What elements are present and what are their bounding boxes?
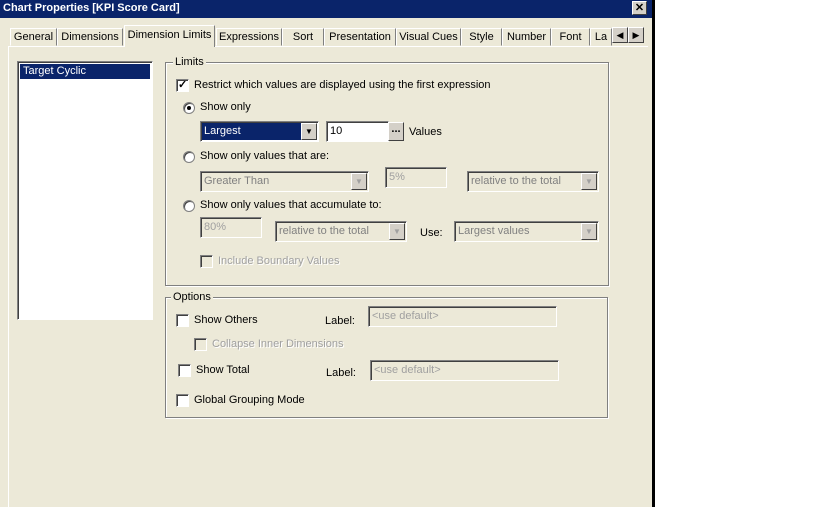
input-value: 5%: [389, 171, 405, 183]
dropdown-value: relative to the total: [279, 225, 369, 237]
accumulate-radio[interactable]: [183, 200, 195, 212]
total-label-input[interactable]: <use default>: [370, 360, 559, 381]
accumulate-percent-input[interactable]: 80%: [200, 217, 262, 238]
list-item[interactable]: Target Cyclic: [20, 64, 150, 79]
chevron-down-icon[interactable]: ▼: [301, 123, 317, 140]
total-label-label: Label:: [326, 367, 356, 379]
show-only-values-label: Show only values that are:: [200, 150, 330, 162]
tab-scroll-right-button[interactable]: ▶: [628, 27, 644, 43]
tab-label: La: [594, 31, 608, 43]
values-percent-input[interactable]: 5%: [385, 167, 447, 188]
tab-label: Dimension Limits: [127, 29, 212, 41]
restrict-label: Restrict which values are displayed usin…: [194, 79, 491, 91]
tab-label: Style: [469, 31, 494, 43]
radio-dot: [187, 106, 191, 110]
tab-presentation[interactable]: Presentation: [324, 28, 396, 46]
title-bar[interactable]: Chart Properties [KPI Score Card] ✕: [0, 0, 652, 18]
options-group-title: Options: [171, 291, 213, 303]
show-total-label: Show Total: [196, 364, 250, 376]
input-value: 10: [330, 125, 343, 137]
input-placeholder: <use default>: [372, 310, 439, 322]
restrict-checkbox[interactable]: ✓: [176, 79, 189, 92]
collapse-inner-checkbox[interactable]: [194, 338, 207, 351]
input-placeholder: <use default>: [374, 364, 441, 376]
dropdown-value: Largest values: [458, 225, 530, 237]
accumulate-label: Show only values that accumulate to:: [200, 199, 382, 211]
tab-label: Number: [506, 31, 547, 43]
show-total-checkbox[interactable]: [178, 364, 191, 377]
close-button[interactable]: ✕: [632, 1, 647, 15]
tab-scroll-left-button[interactable]: ◀: [612, 27, 628, 43]
tab-label: Expressions: [219, 31, 279, 43]
dropdown-value: Largest: [202, 123, 302, 140]
dropdown-value: relative to the total: [471, 175, 561, 187]
tab-label: Dimensions: [61, 31, 119, 43]
others-label-input[interactable]: <use default>: [368, 306, 557, 327]
tab-expressions[interactable]: Expressions: [216, 28, 282, 46]
show-only-mode-dropdown[interactable]: Largest ▼: [200, 121, 319, 142]
use-label: Use:: [420, 227, 443, 239]
close-icon: ✕: [634, 2, 645, 14]
window-border: [652, 0, 655, 507]
show-only-count-input[interactable]: 10: [326, 121, 389, 142]
show-others-label: Show Others: [194, 314, 258, 326]
show-only-label: Show only: [200, 101, 251, 113]
tab-label: General: [13, 31, 54, 43]
others-label-label: Label:: [325, 315, 355, 327]
values-label: Values: [409, 126, 442, 138]
dialog-title: Chart Properties [KPI Score Card]: [3, 2, 180, 14]
tab-dimension-limits[interactable]: Dimension Limits: [124, 25, 215, 47]
input-value: 80%: [204, 221, 227, 233]
tab-number[interactable]: Number: [502, 28, 551, 46]
use-dropdown[interactable]: Largest values ▼: [454, 221, 599, 242]
collapse-inner-label: Collapse Inner Dimensions: [212, 338, 344, 350]
tab-label: Font: [559, 31, 582, 43]
chevron-down-icon[interactable]: ▼: [389, 223, 405, 240]
chevron-down-icon[interactable]: ▼: [581, 223, 597, 240]
include-boundary-label: Include Boundary Values: [218, 255, 340, 267]
tab-font[interactable]: Font: [551, 28, 590, 46]
tab-label: Visual Cues: [399, 31, 458, 43]
limits-group-title: Limits: [173, 56, 206, 68]
tab-label: Presentation: [329, 31, 391, 43]
chevron-down-icon[interactable]: ▼: [581, 173, 597, 190]
ellipsis-button[interactable]: ...: [388, 122, 404, 141]
tab-general[interactable]: General: [10, 28, 57, 46]
show-others-checkbox[interactable]: [176, 314, 189, 327]
tab-layout[interactable]: La: [590, 28, 612, 46]
tab-dimensions[interactable]: Dimensions: [57, 28, 123, 46]
triangle-left-icon: ◀: [616, 30, 624, 40]
tab-visual-cues[interactable]: Visual Cues: [396, 28, 461, 46]
tab-sort[interactable]: Sort: [282, 28, 324, 46]
triangle-right-icon: ▶: [632, 30, 640, 40]
dimension-listbox[interactable]: Target Cyclic: [17, 61, 153, 320]
accumulate-relative-dropdown[interactable]: relative to the total ▼: [275, 221, 407, 242]
show-only-radio[interactable]: [183, 102, 195, 114]
chevron-down-icon[interactable]: ▼: [351, 173, 367, 190]
tab-style[interactable]: Style: [461, 28, 502, 46]
global-grouping-checkbox[interactable]: [176, 394, 189, 407]
tab-label: Sort: [292, 31, 314, 43]
check-icon: ✓: [178, 79, 188, 91]
show-only-values-radio[interactable]: [183, 151, 195, 163]
comparison-dropdown[interactable]: Greater Than ▼: [200, 171, 369, 192]
values-relative-dropdown[interactable]: relative to the total ▼: [467, 171, 599, 192]
include-boundary-checkbox[interactable]: [200, 255, 213, 268]
dropdown-value: Greater Than: [204, 175, 270, 187]
chart-properties-dialog: Chart Properties [KPI Score Card] ✕ Gene…: [0, 0, 652, 507]
global-grouping-label: Global Grouping Mode: [194, 394, 305, 406]
